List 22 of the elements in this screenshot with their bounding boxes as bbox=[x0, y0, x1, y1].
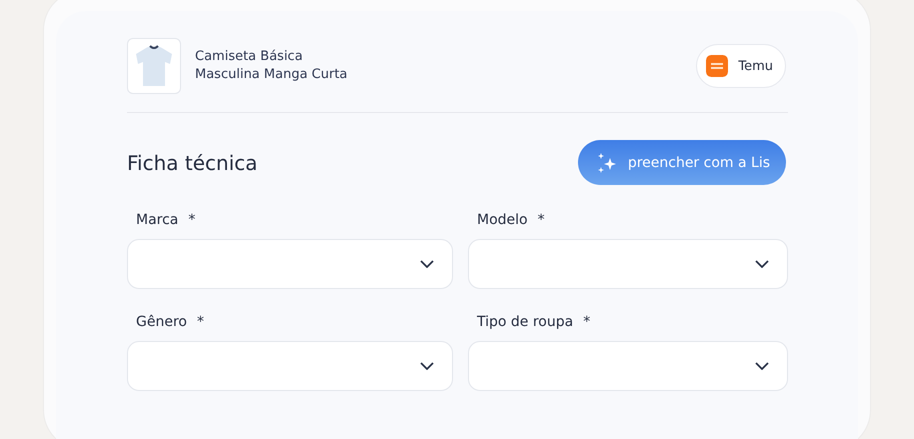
product-name: Camiseta Básica bbox=[195, 48, 304, 66]
product-name: Masculina Manga Curta bbox=[195, 66, 348, 84]
chevron-down-icon bbox=[420, 362, 434, 370]
chevron-down-icon bbox=[755, 260, 769, 268]
section-title: Ficha técnica bbox=[127, 150, 258, 174]
dropdown-field[interactable] bbox=[127, 341, 453, 391]
chevron-down-icon bbox=[755, 362, 769, 370]
field-label: Marca bbox=[136, 212, 178, 228]
field-label: Gênero bbox=[136, 314, 187, 330]
dropdown-field[interactable] bbox=[127, 239, 453, 289]
chevron-down-icon bbox=[420, 260, 434, 268]
store-logo-icon bbox=[706, 55, 728, 77]
required-mark: * bbox=[538, 212, 545, 228]
required-mark: * bbox=[196, 314, 204, 330]
field-label: Tipo de roupa bbox=[477, 314, 574, 330]
required-mark: * bbox=[188, 212, 196, 228]
dropdown-field[interactable] bbox=[468, 341, 788, 391]
sparkle-icon bbox=[596, 152, 618, 174]
store-badge[interactable]: Temu bbox=[696, 44, 786, 88]
field-label: Modelo bbox=[477, 212, 528, 228]
dropdown-field[interactable] bbox=[468, 239, 788, 289]
required-mark: * bbox=[583, 314, 590, 330]
